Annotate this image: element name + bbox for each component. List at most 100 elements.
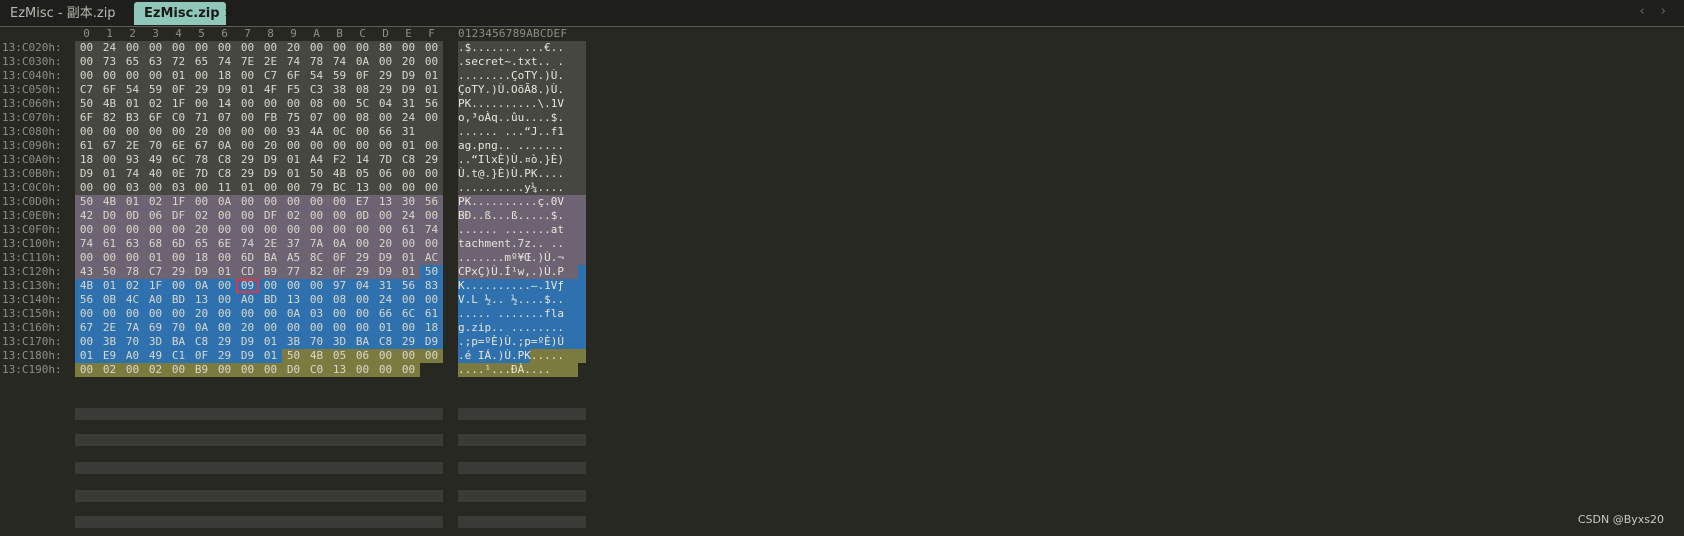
hex-byte[interactable]: 02 [144, 363, 167, 377]
hex-byte[interactable]: 08 [328, 293, 351, 307]
hex-byte[interactable]: 00 [397, 321, 420, 335]
hex-byte[interactable]: 00 [190, 97, 213, 111]
hex-byte[interactable]: 03 [167, 181, 190, 195]
hex-byte[interactable]: C7 [144, 265, 167, 279]
hex-byte[interactable]: 00 [420, 55, 443, 69]
hex-byte[interactable]: A5 [282, 251, 305, 265]
hex-byte[interactable]: BC [328, 181, 351, 195]
hex-byte[interactable]: 20 [190, 307, 213, 321]
hex-byte[interactable]: 6D [236, 251, 259, 265]
hex-byte[interactable]: 24 [397, 111, 420, 125]
hex-byte[interactable]: 0A [351, 55, 374, 69]
hex-byte[interactable]: 01 [259, 349, 282, 363]
hex-byte[interactable]: 01 [259, 335, 282, 349]
hex-byte[interactable]: 29 [397, 335, 420, 349]
hex-byte[interactable]: 00 [236, 195, 259, 209]
hex-byte[interactable]: 0A [213, 195, 236, 209]
hex-byte[interactable]: 00 [305, 223, 328, 237]
tab-ezmisc[interactable]: EzMisc.zip × [134, 2, 234, 25]
hex-byte[interactable]: 20 [190, 223, 213, 237]
hex-byte[interactable]: 29 [213, 349, 236, 363]
hex-byte[interactable]: DF [259, 209, 282, 223]
hex-byte[interactable]: 00 [328, 223, 351, 237]
hex-byte[interactable]: 78 [305, 55, 328, 69]
hex-byte[interactable]: 02 [282, 209, 305, 223]
hex-byte[interactable]: 0F [190, 349, 213, 363]
hex-byte[interactable]: 01 [282, 167, 305, 181]
hex-byte[interactable]: 74 [282, 55, 305, 69]
ascii-row[interactable]: ....¹...ÐÀ.... [458, 363, 551, 377]
hex-byte[interactable]: 56 [420, 195, 443, 209]
hex-byte[interactable]: 00 [259, 307, 282, 321]
hex-byte[interactable]: F2 [328, 153, 351, 167]
hex-byte[interactable]: 74 [420, 223, 443, 237]
hex-byte[interactable]: 24 [374, 293, 397, 307]
hex-byte[interactable]: D9 [236, 335, 259, 349]
hex-byte[interactable]: 00 [213, 363, 236, 377]
hex-byte[interactable]: 20 [236, 321, 259, 335]
hex-byte[interactable]: 0F [351, 69, 374, 83]
hex-byte[interactable]: 04 [374, 97, 397, 111]
hex-byte[interactable]: 29 [236, 153, 259, 167]
hex-byte[interactable]: 61 [75, 139, 98, 153]
hex-byte[interactable]: 00 [167, 41, 190, 55]
hex-byte[interactable]: 6F [75, 111, 98, 125]
hex-byte[interactable]: 6F [144, 111, 167, 125]
hex-byte[interactable]: 0A [190, 279, 213, 293]
hex-byte[interactable]: 01 [121, 195, 144, 209]
hex-byte[interactable]: 59 [144, 83, 167, 97]
hex-byte[interactable]: 00 [374, 363, 397, 377]
hex-byte[interactable]: 20 [282, 41, 305, 55]
hex-byte[interactable]: E7 [351, 195, 374, 209]
hex-byte[interactable]: C3 [305, 83, 328, 97]
hex-byte[interactable]: 0D [351, 209, 374, 223]
hex-byte[interactable]: 70 [167, 321, 190, 335]
hex-byte[interactable]: 00 [121, 223, 144, 237]
hex-byte[interactable]: 02 [144, 97, 167, 111]
hex-byte[interactable]: 00 [282, 223, 305, 237]
hex-byte[interactable]: 31 [397, 97, 420, 111]
hex-byte[interactable]: 00 [328, 321, 351, 335]
hex-byte[interactable]: D9 [259, 153, 282, 167]
hex-byte[interactable]: 4B [328, 167, 351, 181]
hex-byte[interactable]: 00 [98, 223, 121, 237]
hex-byte[interactable]: 00 [305, 195, 328, 209]
hex-byte[interactable]: 80 [374, 41, 397, 55]
ascii-row[interactable]: .secret~.txt.. . [458, 55, 564, 69]
hex-byte[interactable]: 70 [144, 139, 167, 153]
hex-byte[interactable]: 3D [328, 335, 351, 349]
hex-byte[interactable]: D9 [213, 83, 236, 97]
hex-byte[interactable]: 00 [305, 209, 328, 223]
hex-byte[interactable]: D9 [374, 265, 397, 279]
hex-byte[interactable]: 00 [397, 181, 420, 195]
hex-byte[interactable]: 00 [259, 41, 282, 55]
hex-byte[interactable]: 00 [259, 195, 282, 209]
hex-byte[interactable]: 0A [190, 321, 213, 335]
hex-byte[interactable]: 00 [328, 209, 351, 223]
hex-byte[interactable]: 13 [190, 293, 213, 307]
hex-byte[interactable]: C8 [397, 153, 420, 167]
hex-byte[interactable]: 00 [121, 125, 144, 139]
hex-byte[interactable]: 7E [236, 55, 259, 69]
hex-byte[interactable]: 65 [121, 55, 144, 69]
hex-byte[interactable]: D9 [236, 349, 259, 363]
hex-byte[interactable]: 07 [305, 111, 328, 125]
hex-byte[interactable]: 00 [236, 307, 259, 321]
hex-byte[interactable]: 49 [144, 153, 167, 167]
hex-byte[interactable]: 78 [190, 153, 213, 167]
hex-byte[interactable]: BD [167, 293, 190, 307]
hex-byte[interactable]: 00 [351, 321, 374, 335]
hex-byte[interactable]: 00 [144, 69, 167, 83]
hex-byte[interactable]: 00 [98, 125, 121, 139]
ascii-row[interactable]: ...... .......at [458, 223, 564, 237]
hex-byte[interactable]: 00 [121, 363, 144, 377]
hex-byte[interactable]: 43 [75, 265, 98, 279]
hex-byte[interactable]: 00 [190, 181, 213, 195]
hex-byte[interactable]: 3D [144, 335, 167, 349]
hex-byte[interactable]: 0F [167, 83, 190, 97]
hex-byte[interactable]: 00 [259, 279, 282, 293]
hex-byte[interactable]: 0A [213, 139, 236, 153]
hex-byte[interactable]: 00 [351, 363, 374, 377]
hex-byte[interactable]: 00 [420, 349, 443, 363]
hex-byte[interactable]: 18 [213, 69, 236, 83]
